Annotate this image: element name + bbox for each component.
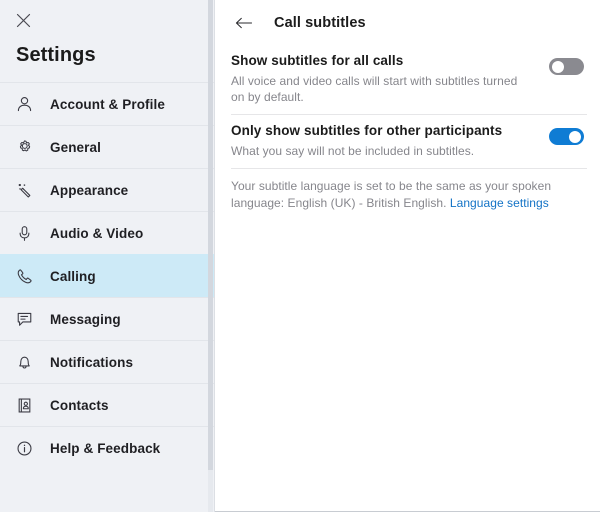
gear-icon [13,136,35,158]
sidebar-item-appearance[interactable]: Appearance [0,168,214,211]
magic-wand-icon [13,179,35,201]
sidebar-item-calling[interactable]: Calling [0,254,214,297]
sidebar-item-general[interactable]: General [0,125,214,168]
settings-main-panel: Call subtitles Show subtitles for all ca… [215,0,600,512]
sidebar-item-label: Notifications [50,354,134,370]
toggle-only-show-subtitles-for-other-participants[interactable] [549,128,584,145]
phone-icon [13,265,35,287]
sidebar-item-messaging[interactable]: Messaging [0,297,214,340]
sidebar-item-label: Account & Profile [50,96,165,112]
settings-sidebar: Settings Account & Profile General Appea… [0,0,215,512]
back-arrow-icon[interactable] [231,10,257,36]
setting-only-other-participants: Only show subtitles for other participan… [215,115,600,159]
sidebar-item-label: Help & Feedback [50,440,161,456]
setting-label: Only show subtitles for other participan… [231,123,503,138]
sidebar-item-contacts[interactable]: Contacts [0,383,214,426]
sidebar-scrollbar[interactable] [208,0,213,512]
sidebar-item-help-feedback[interactable]: Help & Feedback [0,426,214,469]
main-header: Call subtitles [215,0,600,45]
chat-bubble-icon [13,308,35,330]
sidebar-scrollbar-thumb[interactable] [208,0,213,470]
bell-icon [13,351,35,373]
subtitle-language-note: Your subtitle language is set to be the … [215,169,584,211]
setting-description: All voice and video calls will start wit… [231,74,518,104]
sidebar-item-label: Audio & Video [50,225,144,241]
sidebar-item-audio-video[interactable]: Audio & Video [0,211,214,254]
sidebar-item-label: Contacts [50,397,109,413]
setting-show-subtitles-all-calls: Show subtitles for all calls All voice a… [215,45,600,105]
language-settings-link[interactable]: Language settings [450,196,549,210]
sidebar-nav: Account & Profile General Appearance Aud… [0,82,214,469]
main-panel-title: Call subtitles [274,14,366,31]
sidebar-header [0,0,214,40]
info-circle-icon [13,437,35,459]
page-title: Settings [16,44,96,66]
sidebar-item-label: Appearance [50,182,129,198]
toggle-knob [552,60,564,73]
settings-window: Settings Account & Profile General Appea… [0,0,600,512]
sidebar-item-notifications[interactable]: Notifications [0,340,214,383]
microphone-icon [13,222,35,244]
sidebar-item-label: General [50,139,101,155]
sidebar-item-label: Messaging [50,311,121,327]
setting-label: Show subtitles for all calls [231,53,404,68]
setting-description: What you say will not be included in sub… [231,144,475,158]
person-icon [13,93,35,115]
sidebar-item-label: Calling [50,268,96,284]
toggle-show-subtitles-for-all-calls[interactable] [549,58,584,75]
close-icon[interactable] [10,7,36,33]
toggle-knob [569,130,581,143]
address-book-icon [13,394,35,416]
sidebar-item-account-profile[interactable]: Account & Profile [0,82,214,125]
